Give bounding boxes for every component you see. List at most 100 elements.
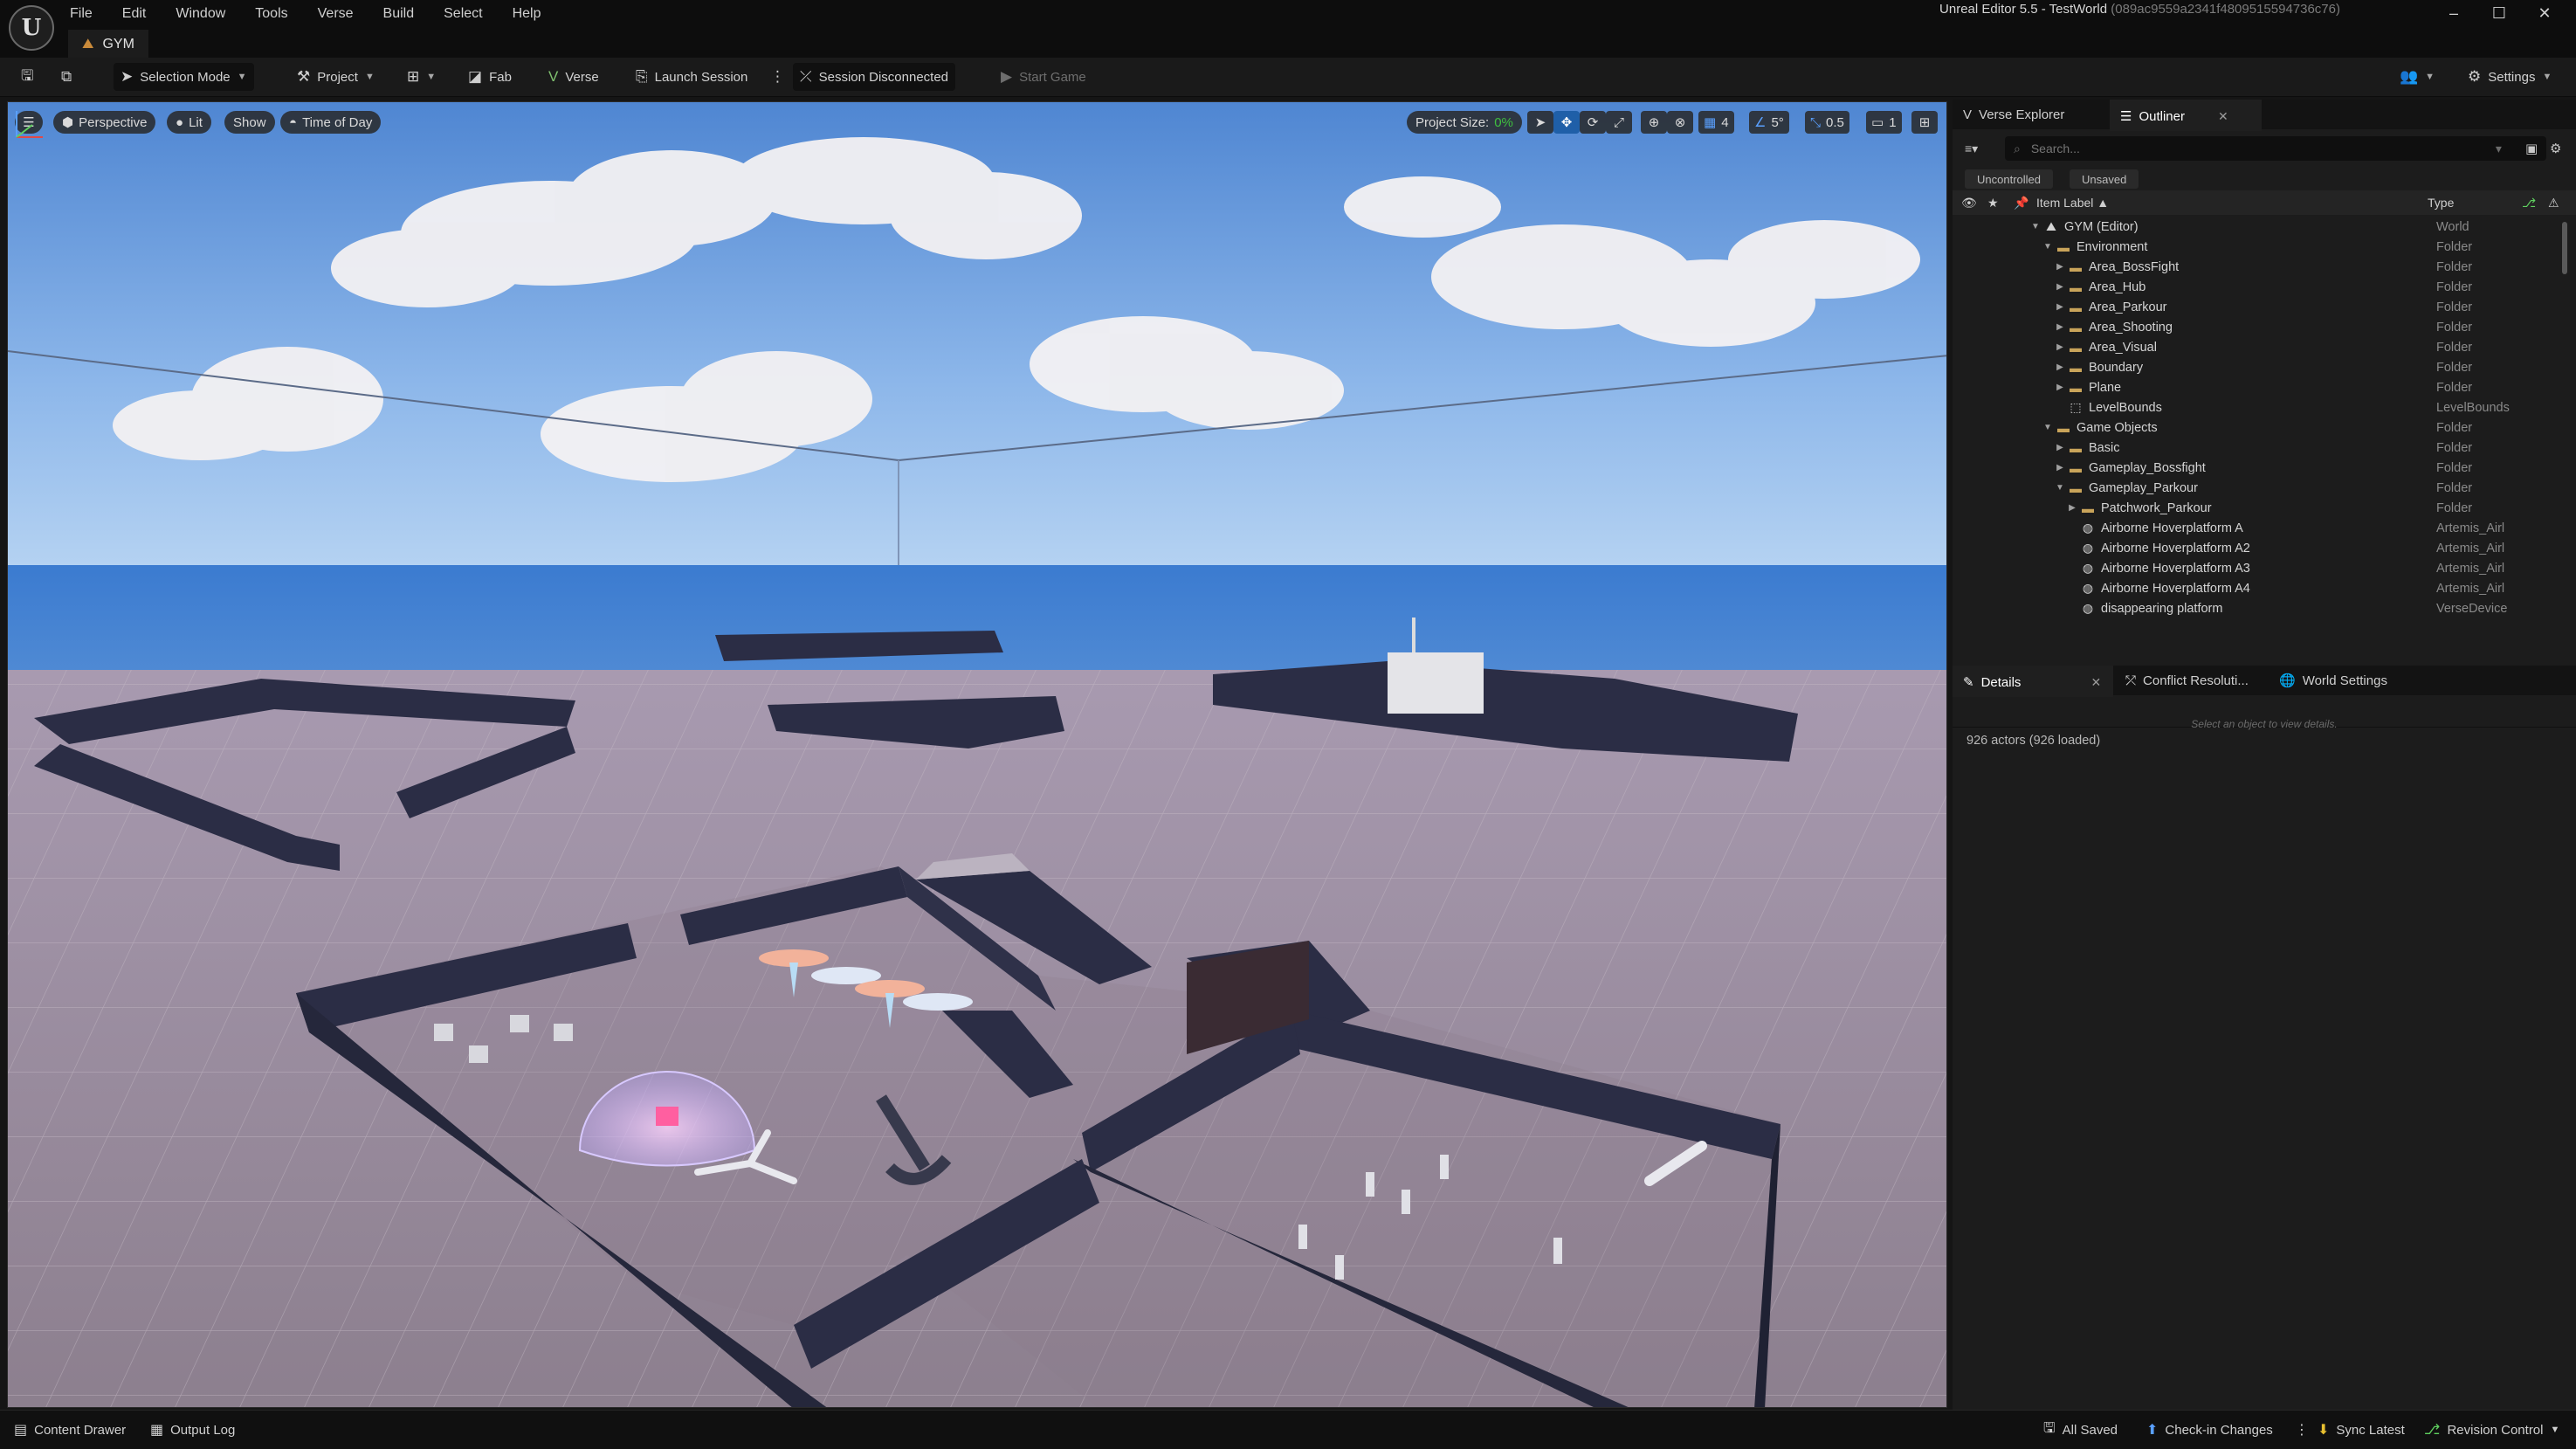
tab-world-settings[interactable]: 🌐 World Settings xyxy=(2269,666,2398,695)
outliner-row[interactable]: ▼ ▬ Gameplay_Parkour Folder xyxy=(1953,478,2564,498)
level-tab[interactable]: ⛰ GYM xyxy=(68,30,148,58)
menu-verse[interactable]: Verse xyxy=(316,4,355,24)
expand-arrow-down-icon[interactable]: ▼ xyxy=(2029,222,2042,231)
project-dropdown[interactable]: ⚒ Project ▼ xyxy=(290,63,382,91)
outliner-row[interactable]: ▶ ▬ Basic Folder xyxy=(1953,438,2564,458)
start-game-button[interactable]: ▶ Start Game xyxy=(994,63,1093,91)
filter-icon[interactable]: ≡▾ xyxy=(1965,141,1978,156)
session-status-button[interactable]: ⤫ Session Disconnected xyxy=(793,63,956,91)
outliner-row[interactable]: ⬚ LevelBounds LevelBounds xyxy=(1953,397,2564,417)
content-drawer-button[interactable]: ▤ Content Drawer xyxy=(7,1418,133,1442)
unreal-logo-icon[interactable]: U xyxy=(9,5,54,51)
menu-select[interactable]: Select xyxy=(442,4,484,24)
menu-build[interactable]: Build xyxy=(382,4,417,24)
menu-tools[interactable]: Tools xyxy=(253,4,289,24)
view-mode-dropdown[interactable]: ● Lit xyxy=(167,111,211,134)
outliner-row[interactable]: ▼ ▬ Environment Folder xyxy=(1953,237,2564,257)
expand-arrow-down-icon[interactable]: ▼ xyxy=(2054,483,2066,493)
camera-speed-button[interactable]: ▭ 1 xyxy=(1866,111,1902,134)
expand-arrow-right-icon[interactable]: ▶ xyxy=(2054,383,2066,392)
time-of-day-dropdown[interactable]: ◓ Time of Day xyxy=(280,111,382,134)
close-tab-icon[interactable]: ✕ xyxy=(2218,109,2228,124)
minimize-icon[interactable]: – xyxy=(2431,4,2476,23)
outliner-row[interactable]: ◍ Airborne Hoverplatform A4 Artemis_Airl xyxy=(1953,578,2564,598)
eye-icon[interactable]: 👁 xyxy=(1961,196,1977,210)
expand-arrow-down-icon[interactable]: ▼ xyxy=(2042,423,2054,432)
level-viewport[interactable]: ☰ ⬢ Perspective ● Lit Show ◓ Time of Day… xyxy=(7,101,1947,1408)
check-in-changes-button[interactable]: ⬆ Check-in Changes xyxy=(2139,1418,2280,1442)
settings-dropdown[interactable]: ⚙ Settings ▼ xyxy=(2461,63,2559,91)
rotation-snap-button[interactable]: ∠ 5° xyxy=(1749,111,1789,134)
filter-chip-uncontrolled[interactable]: Uncontrolled xyxy=(1965,169,2053,189)
surface-snap-button[interactable]: ⊗ xyxy=(1667,111,1693,134)
outliner-row[interactable]: ▶ ▬ Area_Shooting Folder xyxy=(1953,317,2564,337)
source-control-icon[interactable]: ⎇ xyxy=(2522,196,2536,210)
tab-outliner[interactable]: ☰ Outliner ✕ xyxy=(2110,100,2262,131)
gear-icon[interactable]: ⚙ xyxy=(2550,141,2561,156)
outliner-row[interactable]: ▶ ▬ Area_Parkour Folder xyxy=(1953,297,2564,317)
pin-icon[interactable]: 📌 xyxy=(2014,196,2028,210)
filter-chip-unsaved[interactable]: Unsaved xyxy=(2070,169,2139,189)
menu-help[interactable]: Help xyxy=(511,4,543,24)
fab-button[interactable]: ◪ Fab xyxy=(461,63,519,91)
viewport-scene[interactable] xyxy=(8,102,1947,1408)
outliner-row[interactable]: ▼ ▬ Game Objects Folder xyxy=(1953,417,2564,438)
tab-conflict-resolution[interactable]: ⤱ Conflict Resoluti... xyxy=(2115,666,2259,695)
close-tab-icon[interactable]: ✕ xyxy=(2090,675,2101,690)
menu-file[interactable]: File xyxy=(68,4,94,24)
expand-arrow-right-icon[interactable]: ▶ xyxy=(2054,302,2066,312)
project-size-indicator[interactable]: Project Size: 0% xyxy=(1407,111,1522,134)
outliner-row[interactable]: ◍ Airborne Hoverplatform A3 Artemis_Airl xyxy=(1953,558,2564,578)
add-folder-icon[interactable]: ▣ xyxy=(2525,141,2538,156)
tab-verse-explorer[interactable]: V Verse Explorer xyxy=(1953,100,2075,129)
outliner-row[interactable]: ◍ Airborne Hoverplatform A2 Artemis_Airl xyxy=(1953,538,2564,558)
expand-arrow-right-icon[interactable]: ▶ xyxy=(2054,322,2066,332)
menu-window[interactable]: Window xyxy=(174,4,227,24)
column-type[interactable]: Type xyxy=(2428,196,2454,210)
scale-tool-button[interactable]: ⤢ xyxy=(1606,111,1632,134)
expand-arrow-right-icon[interactable]: ▶ xyxy=(2054,463,2066,473)
outliner-search-input[interactable] xyxy=(2028,141,2487,156)
show-dropdown[interactable]: Show xyxy=(224,111,275,134)
expand-arrow-right-icon[interactable]: ▶ xyxy=(2066,503,2078,513)
outliner-row[interactable]: ◍ disappearing platform VerseDevice xyxy=(1953,598,2564,618)
tab-details[interactable]: ✎ Details ✕ xyxy=(1953,666,2113,697)
expand-arrow-right-icon[interactable]: ▶ xyxy=(2054,262,2066,272)
expand-arrow-down-icon[interactable]: ▼ xyxy=(2042,242,2054,252)
warning-icon[interactable]: ⚠ xyxy=(2548,196,2559,210)
outliner-row[interactable]: ▶ ▬ Area_Visual Folder xyxy=(1953,337,2564,357)
selection-mode-dropdown[interactable]: ➤ Selection Mode ▼ xyxy=(114,63,254,91)
launch-options-button[interactable]: ⋮ xyxy=(763,63,792,91)
outliner-row[interactable]: ▶ ▬ Plane Folder xyxy=(1953,377,2564,397)
save-button[interactable]: 🖫 xyxy=(14,63,40,91)
expand-arrow-right-icon[interactable]: ▶ xyxy=(2054,362,2066,372)
chevron-down-icon[interactable]: ▾ xyxy=(2496,141,2502,156)
outliner-row[interactable]: ▶ ▬ Gameplay_Bossfight Folder xyxy=(1953,458,2564,478)
rotate-tool-button[interactable]: ⟳ xyxy=(1580,111,1606,134)
expand-arrow-right-icon[interactable]: ▶ xyxy=(2054,443,2066,452)
outliner-row[interactable]: ▶ ▬ Area_BossFight Folder xyxy=(1953,257,2564,277)
add-content-dropdown[interactable]: ⊞ ▼ xyxy=(400,63,443,91)
menu-edit[interactable]: Edit xyxy=(121,4,148,24)
grid-snap-button[interactable]: ▦ 4 xyxy=(1698,111,1734,134)
select-tool-button[interactable]: ➤ xyxy=(1527,111,1553,134)
expand-arrow-right-icon[interactable]: ▶ xyxy=(2054,282,2066,292)
browse-button[interactable]: ⧉ xyxy=(54,63,79,91)
translate-tool-button[interactable]: ✥ xyxy=(1553,111,1580,134)
outliner-row[interactable]: ▶ ▬ Boundary Folder xyxy=(1953,357,2564,377)
world-local-button[interactable]: ⊕ xyxy=(1641,111,1667,134)
outliner-row[interactable]: ▼ ⛰ GYM (Editor) World xyxy=(1953,217,2564,237)
revision-control-dropdown[interactable]: ⎇ Revision Control ▼ xyxy=(2417,1418,2566,1442)
all-saved-button[interactable]: 🖫 All Saved xyxy=(2036,1418,2125,1442)
outliner-row[interactable]: ◍ Airborne Hoverplatform A Artemis_Airl xyxy=(1953,518,2564,538)
sync-latest-button[interactable]: ⬇ Sync Latest xyxy=(2311,1418,2412,1442)
outliner-search-box[interactable]: ⌕ ▾ xyxy=(2005,136,2546,161)
column-item-label[interactable]: Item Label ▲ xyxy=(2036,196,2109,210)
expand-arrow-right-icon[interactable]: ▶ xyxy=(2054,342,2066,352)
perspective-dropdown[interactable]: ⬢ Perspective xyxy=(53,111,156,134)
scale-snap-button[interactable]: ⤡ 0.5 xyxy=(1805,111,1849,134)
star-icon[interactable]: ★ xyxy=(1987,196,1999,210)
output-log-button[interactable]: ▦ Output Log xyxy=(143,1418,242,1442)
close-icon[interactable]: ✕ xyxy=(2522,4,2567,23)
verse-button[interactable]: V Verse xyxy=(541,63,606,91)
